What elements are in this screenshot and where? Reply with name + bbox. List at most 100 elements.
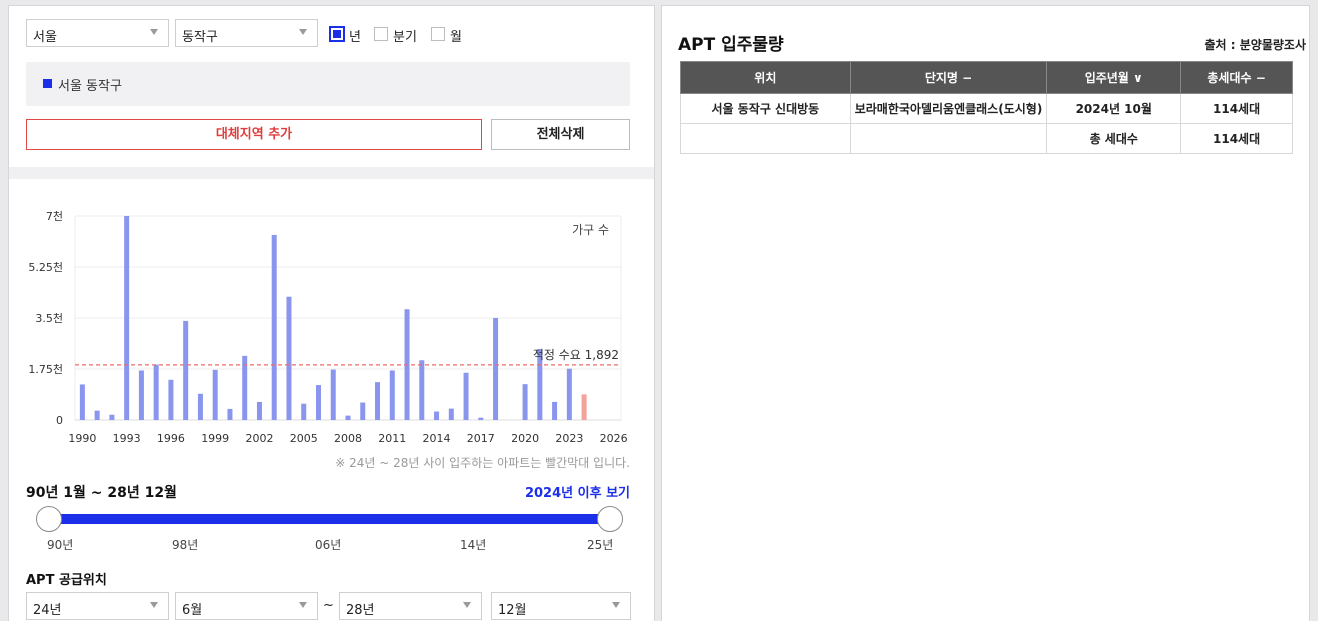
x-tick-label: 2020 — [511, 432, 539, 445]
col-header-complex[interactable]: 단지명 − — [849, 61, 1048, 94]
cell-total-units: 114세대 — [1180, 123, 1293, 154]
x-tick-label: 2026 — [600, 432, 628, 445]
y-tick-label: 7천 — [46, 209, 63, 223]
chevron-down-icon — [150, 29, 158, 35]
period-month-label: 월 — [450, 30, 462, 45]
chart-bar — [94, 410, 100, 420]
chevron-down-icon — [150, 602, 158, 608]
chart-bar — [197, 393, 203, 420]
chart-bar — [330, 369, 336, 420]
chart-bar — [315, 385, 321, 420]
selected-region-label[interactable]: 서울 동작구 — [58, 75, 122, 94]
range-tick: 98년 — [172, 538, 199, 552]
chart-bar — [522, 384, 528, 420]
table-row: 서울 동작구 신대방동 보라매한국아델리움엔클래스(도시형) 2024년 10월… — [680, 93, 1293, 124]
period-year-checkbox[interactable]: 년 — [329, 26, 366, 45]
x-tick-label: 1996 — [157, 432, 185, 445]
district-select[interactable]: 동작구 — [175, 19, 318, 47]
range-tick: 06년 — [315, 538, 342, 552]
range-slider-start-handle[interactable] — [36, 506, 62, 532]
city-select[interactable]: 서울 — [26, 19, 169, 47]
series-label: 가구 수 — [572, 223, 609, 237]
range-slider-track[interactable] — [49, 514, 611, 524]
x-tick-label: 2023 — [555, 432, 583, 445]
chart-note: ※ 24년 ~ 28년 사이 입주하는 아파트는 빨간막대 입니다. — [335, 456, 630, 470]
col-header-units[interactable]: 총세대수 − — [1180, 61, 1293, 94]
col-header-location[interactable]: 위치 — [680, 61, 851, 94]
chart-bar — [109, 414, 115, 420]
cell-location — [680, 123, 851, 154]
cell-complex: 보라매한국아델리움엔클래스(도시형) — [849, 93, 1048, 124]
chart-bar — [389, 370, 395, 420]
table-total-row: 총 세대수 114세대 — [680, 123, 1293, 154]
from-year-value: 24년 — [33, 603, 62, 618]
source-label: 출처 : 분양물량조사 — [1204, 38, 1306, 52]
col-header-move-in[interactable]: 입주년월 ∨ — [1046, 61, 1182, 94]
chart-bar — [463, 372, 469, 420]
from-year-select[interactable]: 24년 — [26, 592, 169, 620]
chart-x-ticks: 1990 1993 1996 1999 2002 2005 2008 2011 2014 2017… — [68, 432, 627, 445]
chart-bar — [212, 369, 218, 420]
range-slider-end-handle[interactable] — [597, 506, 623, 532]
to-month-select[interactable]: 12월 — [491, 592, 631, 620]
left-panel: 서울 동작구 년 분기 월 서울 동작구 대체지역 추가 전체삭제 7천 5.25… — [8, 5, 655, 621]
district-select-value: 동작구 — [182, 30, 218, 45]
section-divider — [9, 167, 654, 179]
chart-bar — [448, 408, 454, 420]
chart-bar — [375, 382, 381, 420]
chart-bar — [271, 234, 277, 420]
chart-bar — [138, 370, 144, 420]
x-tick-label: 1999 — [201, 432, 229, 445]
range-tick: 14년 — [460, 538, 487, 552]
checkbox-checked-icon — [329, 26, 345, 42]
add-region-button[interactable]: 대체지역 추가 — [26, 119, 482, 150]
reference-line-label: 적정 수요 1,892 — [533, 348, 619, 362]
checkbox-icon — [374, 27, 388, 41]
chart-bar — [79, 384, 85, 420]
to-month-value: 12월 — [498, 603, 527, 618]
chart-bar — [153, 364, 159, 420]
period-quarter-checkbox[interactable]: 분기 — [374, 26, 422, 45]
range-tick: 25년 — [587, 538, 614, 552]
cell-total-label: 총 세대수 — [1046, 123, 1182, 154]
chart-bar — [419, 360, 425, 420]
period-month-checkbox[interactable]: 월 — [431, 26, 467, 45]
chart-bar — [493, 318, 499, 420]
chart-y-ticks: 7천 5.25천 3.5천 1.75천 0 — [28, 209, 63, 427]
apt-supply-table: 위치 단지명 − 입주년월 ∨ 총세대수 − 서울 동작구 신대방동 보라매한국… — [680, 61, 1293, 154]
range-tick: 90년 — [47, 538, 74, 552]
from-month-select[interactable]: 6월 — [175, 592, 318, 620]
y-tick-label: 0 — [56, 414, 63, 427]
apt-panel-title: APT 입주물량 — [678, 35, 784, 55]
chevron-down-icon — [612, 602, 620, 608]
chart-bar — [581, 394, 587, 420]
cell-complex — [849, 123, 1048, 154]
cell-move-in: 2024년 10월 — [1046, 93, 1182, 124]
x-tick-label: 1990 — [68, 432, 96, 445]
chevron-down-icon — [299, 602, 307, 608]
to-year-select[interactable]: 28년 — [339, 592, 482, 620]
chart-bar — [566, 368, 572, 420]
x-tick-label: 1993 — [113, 432, 141, 445]
period-year-label: 년 — [349, 30, 361, 45]
clear-all-button[interactable]: 전체삭제 — [491, 119, 630, 150]
chart-bar — [242, 355, 248, 420]
y-tick-label: 5.25천 — [28, 260, 63, 274]
chart-bar — [168, 379, 174, 420]
chart-bar — [360, 402, 366, 420]
chart-bar — [256, 401, 262, 420]
range-separator: ~ — [323, 598, 334, 613]
table-header-row: 위치 단지명 − 입주년월 ∨ 총세대수 − — [680, 61, 1293, 94]
city-select-value: 서울 — [33, 30, 57, 45]
x-tick-label: 2005 — [290, 432, 318, 445]
view-after-2024-link[interactable]: 2024년 이후 보기 — [525, 482, 630, 501]
x-tick-label: 2017 — [467, 432, 495, 445]
chart-bar — [552, 401, 558, 420]
chart-bar — [301, 403, 307, 420]
chart-bar — [124, 216, 130, 420]
to-year-value: 28년 — [346, 603, 375, 618]
range-label: 90년 1월 ~ 28년 12월 — [26, 485, 177, 501]
chart-bar — [227, 408, 233, 420]
checkbox-icon — [431, 27, 445, 41]
x-tick-label: 2014 — [423, 432, 451, 445]
